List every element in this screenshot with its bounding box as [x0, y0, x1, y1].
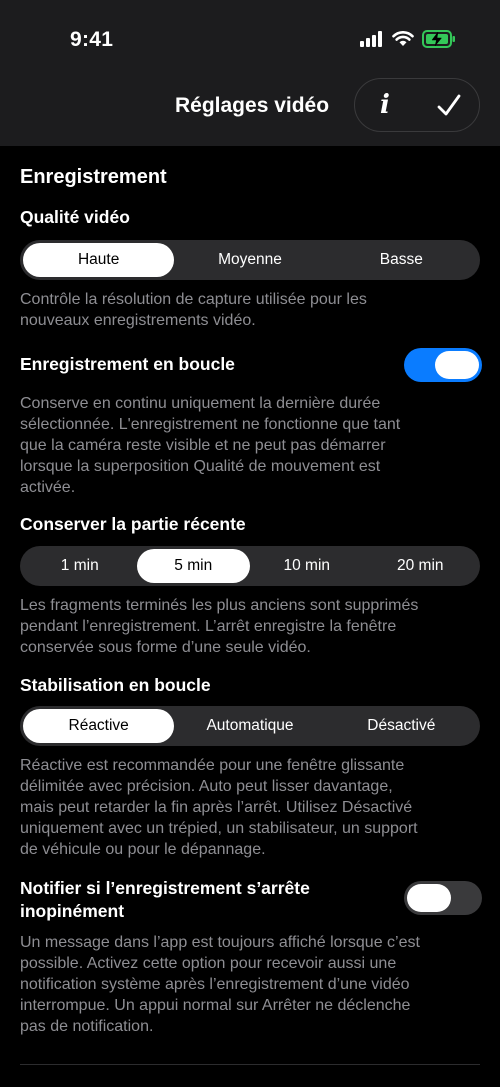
- signal-icon: [360, 31, 382, 47]
- divider: [20, 1064, 480, 1065]
- toggle-knob: [407, 884, 451, 912]
- loop-stabilization-label: Stabilisation en boucle: [20, 675, 211, 695]
- keep-recent-option-10min[interactable]: 10 min: [250, 549, 364, 583]
- done-button[interactable]: [429, 86, 469, 126]
- status-icons: [360, 30, 456, 48]
- keep-recent-description: Les fragments terminés les plus anciens …: [20, 597, 419, 656]
- stabilization-option-reactive[interactable]: Réactive: [23, 709, 175, 743]
- battery-charging-icon: [422, 30, 455, 48]
- stabilization-option-off[interactable]: Désactivé: [326, 709, 477, 743]
- page-title-text: Réglages vidéo: [175, 94, 330, 117]
- navigation-header: 9:41 Réglages vidéo i: [0, 0, 500, 146]
- keep-recent-option-5min[interactable]: 5 min: [136, 549, 250, 583]
- notify-stop-label: Notifier si l’enregistrement s’arrête in…: [20, 878, 310, 921]
- stabilization-option-automatic[interactable]: Automatique: [174, 709, 325, 743]
- status-time: 9:41: [70, 28, 114, 51]
- loop-recording-label: Enregistrement en boucle: [20, 354, 235, 374]
- video-quality-option-medium[interactable]: Moyenne: [174, 243, 325, 277]
- video-quality-segmented-control: Haute Moyenne Basse: [20, 240, 480, 280]
- video-quality-option-high[interactable]: Haute: [23, 243, 175, 277]
- loop-recording-toggle[interactable]: [404, 348, 482, 382]
- video-quality-label: Qualité vidéo: [20, 207, 130, 227]
- video-quality-option-low[interactable]: Basse: [326, 243, 477, 277]
- keep-recent-segmented-control: 1 min 5 min 10 min 20 min: [20, 546, 480, 586]
- notify-stop-description: Un message dans l’app est toujours affic…: [20, 934, 420, 1035]
- toggle-knob: [435, 351, 479, 379]
- wifi-icon: [392, 31, 414, 46]
- keep-recent-option-1min[interactable]: 1 min: [23, 549, 137, 583]
- header-actions: i: [354, 78, 480, 132]
- video-quality-description: Contrôle la résolution de capture utilis…: [20, 291, 367, 329]
- checkmark-icon: [437, 94, 461, 116]
- keep-recent-option-20min[interactable]: 20 min: [364, 549, 478, 583]
- keep-recent-label: Conserver la partie récente: [20, 514, 246, 534]
- section-title: Enregistrement: [20, 166, 167, 188]
- notify-stop-toggle[interactable]: [404, 881, 482, 915]
- info-button[interactable]: i: [365, 85, 405, 125]
- info-icon: i: [380, 90, 390, 120]
- loop-recording-description: Conserve en continu uniquement la derniè…: [20, 395, 401, 496]
- loop-stabilization-description: Réactive est recommandée pour une fenêtr…: [20, 757, 418, 858]
- loop-stabilization-segmented-control: Réactive Automatique Désactivé: [20, 706, 480, 746]
